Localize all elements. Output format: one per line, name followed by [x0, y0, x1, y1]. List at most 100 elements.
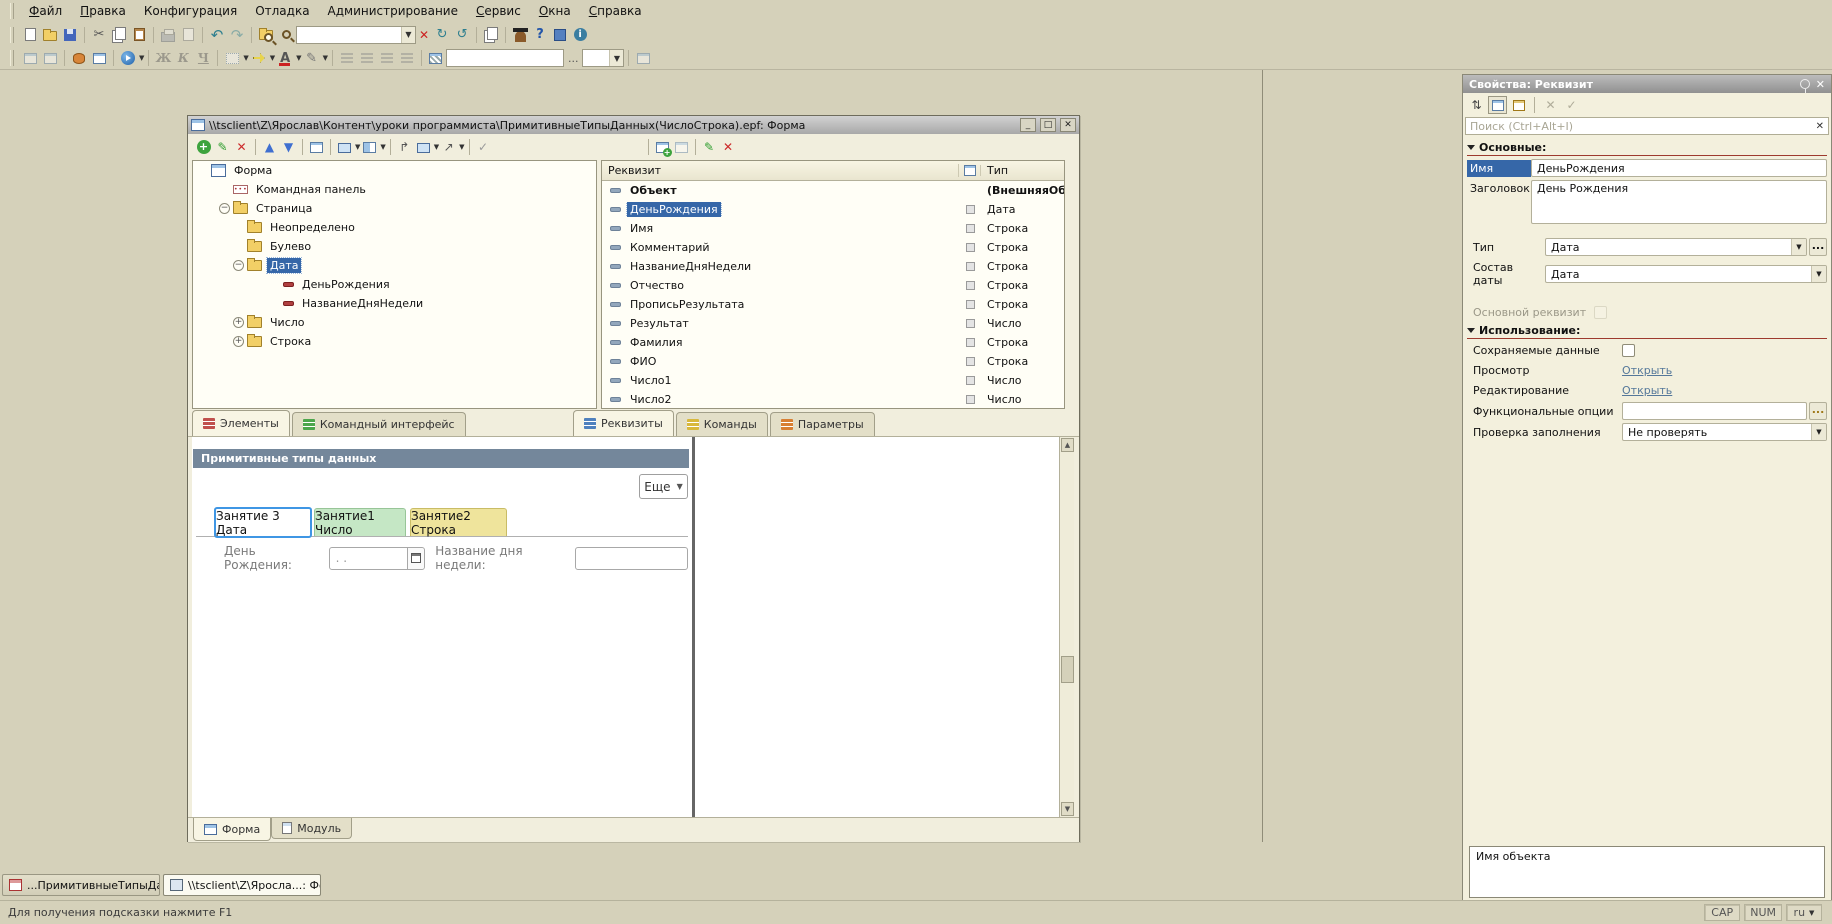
undo-icon[interactable]: ↶ [207, 25, 227, 45]
menu-item[interactable]: Сервис [467, 1, 530, 21]
language-dropdown-icon[interactable]: ▼ [1809, 909, 1814, 917]
paste-icon[interactable] [129, 25, 149, 45]
menu-item[interactable]: Администрирование [319, 1, 467, 21]
properties-header[interactable]: Свойства: Реквизит ✕ [1463, 75, 1831, 93]
property-label-date-parts[interactable]: Состав даты [1467, 259, 1545, 289]
saved-data-checkbox[interactable] [1622, 344, 1635, 357]
form-module-tab[interactable]: Форма [193, 818, 271, 841]
taskbar-item[interactable]: \\tsclient\Z\Яросла...: Форма [163, 874, 321, 896]
form-page-tab[interactable]: Занятие2 Строка [410, 508, 507, 536]
preview-vertical-scrollbar[interactable]: ▲ ▼ [1059, 437, 1074, 817]
attribute-row[interactable]: ДеньРождения Дата [602, 200, 1064, 219]
menu-item[interactable]: Справка [580, 1, 651, 21]
tree-item[interactable]: Неопределено [193, 218, 596, 237]
attribute-checkbox[interactable] [966, 281, 975, 290]
taskbar-item[interactable]: ...ПримитивныеТипыДанн... [2, 874, 160, 896]
apply-check-icon[interactable]: ✓ [474, 138, 493, 157]
attribute-row[interactable]: Отчество Строка [602, 276, 1064, 295]
designer-tab[interactable]: Команды [676, 412, 768, 436]
preview-mode-icon[interactable] [335, 138, 354, 157]
toolbar-grip[interactable] [10, 27, 14, 43]
extra-icon[interactable] [633, 48, 653, 68]
clear-search-icon[interactable]: ✕ [416, 28, 432, 42]
name-combobox[interactable] [446, 49, 564, 67]
show-important-icon[interactable] [1509, 96, 1528, 114]
attribute-checkbox[interactable] [966, 395, 975, 404]
scroll-down-icon[interactable]: ▼ [1061, 802, 1074, 816]
tree-item[interactable]: Форма [193, 161, 596, 180]
underline-icon[interactable]: Ч [193, 48, 213, 68]
tree-item[interactable]: ДеньРождения [193, 275, 596, 294]
redo-icon[interactable]: ↷ [227, 25, 247, 45]
scroll-up-icon[interactable]: ▲ [1061, 438, 1074, 452]
property-row-func-options[interactable]: Функциональные опции ... [1467, 402, 1827, 420]
line-color-icon[interactable]: ✎ [302, 48, 322, 68]
fill-check-value[interactable]: Не проверять▼ [1622, 423, 1827, 441]
copy-icon[interactable] [109, 25, 129, 45]
form-canvas-edge[interactable] [692, 437, 695, 817]
tree-expander-icon[interactable] [219, 184, 230, 195]
zoom-combobox[interactable]: ▼ [582, 49, 624, 67]
menu-item[interactable]: Правка [71, 1, 135, 21]
align-left-icon[interactable] [337, 48, 357, 68]
attribute-checkbox[interactable] [966, 224, 975, 233]
pin-icon[interactable] [1800, 79, 1810, 89]
attribute-row[interactable]: Число2 Число [602, 390, 1064, 409]
screen-size-icon[interactable] [414, 138, 433, 157]
find-in-folder-icon[interactable] [256, 25, 276, 45]
attribute-row[interactable]: Фамилия Строка [602, 333, 1064, 352]
attribute-checkbox[interactable] [966, 300, 975, 309]
fill-color-icon[interactable] [249, 48, 269, 68]
form-preview-canvas[interactable]: Примитивные типы данных Еще▼ Занятие 3 Д… [192, 437, 1063, 817]
main-attribute-checkbox[interactable] [1594, 306, 1607, 319]
layout-mode-icon[interactable] [360, 138, 379, 157]
open-icon[interactable] [40, 25, 60, 45]
move-up-icon[interactable]: ▲ [260, 138, 279, 157]
edit-attribute-icon[interactable]: ✎ [700, 138, 719, 157]
func-options-value[interactable] [1622, 402, 1807, 420]
table-icon[interactable] [89, 48, 109, 68]
edit-open-link[interactable]: Открыть [1622, 384, 1672, 397]
tree-expander-icon[interactable] [219, 203, 230, 214]
attribute-checkbox[interactable] [966, 338, 975, 347]
tree-item[interactable]: Командная панель [193, 180, 596, 199]
func-options-ellipsis-button[interactable]: ... [1809, 402, 1827, 420]
menu-item[interactable]: Файл [20, 1, 71, 21]
start-debug-icon[interactable] [118, 48, 138, 68]
attribute-checkbox[interactable] [966, 357, 975, 366]
property-row-name[interactable]: Имя ДеньРождения [1467, 159, 1827, 177]
attribute-row[interactable]: Объект (ВнешняяОбработка.ПримитивныеТипы… [602, 181, 1064, 200]
move-down-icon[interactable]: ▼ [279, 138, 298, 157]
attribute-row[interactable]: Комментарий Строка [602, 238, 1064, 257]
add-attribute-icon[interactable]: + [653, 138, 672, 157]
help-search-icon[interactable]: ? [530, 25, 550, 45]
attribute-row[interactable]: ПрописьРезультата Строка [602, 295, 1064, 314]
borders-icon[interactable] [222, 48, 242, 68]
print-icon[interactable] [158, 25, 178, 45]
nav-forward-icon[interactable]: ↻ [432, 25, 452, 45]
attribute-row[interactable]: Имя Строка [602, 219, 1064, 238]
align-right-icon[interactable] [377, 48, 397, 68]
form-module-tab[interactable]: Модуль [271, 818, 352, 839]
start-debug-dropdown-icon[interactable]: ▼ [139, 54, 144, 62]
property-value-name[interactable]: ДеньРождения [1531, 159, 1827, 177]
date-parts-dropdown-icon[interactable]: ▼ [1811, 266, 1826, 282]
italic-icon[interactable]: К [173, 48, 193, 68]
tree-expander-icon[interactable] [233, 241, 244, 252]
tree-item[interactable]: Страница [193, 199, 596, 218]
collapse-icon[interactable] [1467, 145, 1475, 150]
clear-search-icon[interactable]: ✕ [1816, 121, 1824, 132]
group-by-category-icon[interactable] [1488, 96, 1507, 114]
section-usage[interactable]: Использование: [1467, 322, 1827, 339]
zoom-dropdown-icon[interactable]: ▼ [609, 50, 623, 66]
attribute-row[interactable]: ФИО Строка [602, 352, 1064, 371]
search-combobox-dropdown-icon[interactable]: ▼ [401, 27, 415, 43]
property-row-fill-check[interactable]: Проверка заполнения Не проверять▼ [1467, 423, 1827, 441]
tree-expander-icon[interactable] [269, 298, 280, 309]
attribute-checkbox[interactable] [966, 376, 975, 385]
property-value-type[interactable]: Дата▼ [1545, 238, 1807, 256]
close-properties-icon[interactable]: ✕ [1816, 78, 1825, 91]
nav-back-icon[interactable]: ↺ [452, 25, 472, 45]
property-value-caption[interactable]: День Рождения [1531, 180, 1827, 224]
swap-arrow-icon[interactable]: ↱ [395, 138, 414, 157]
